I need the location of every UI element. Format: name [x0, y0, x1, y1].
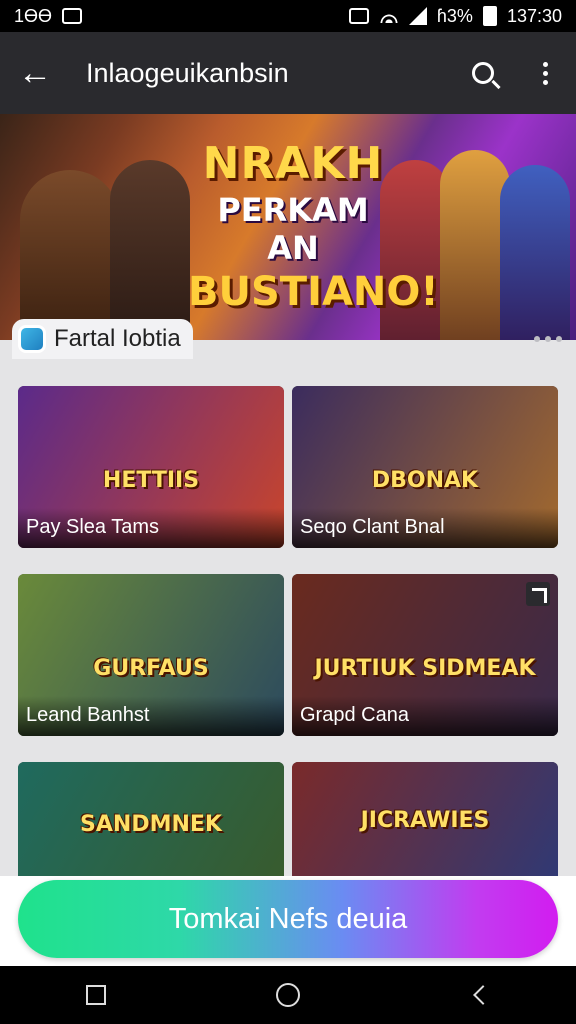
status-bar: 1ӨӨ ɦ3% 137:30 — [0, 0, 576, 32]
signal-icon — [408, 7, 427, 25]
game-card-logo: HETTIIS — [102, 468, 200, 493]
game-card-logo: JURTIUK SIDMEAK — [314, 656, 536, 681]
battery-percent: ɦ3% — [436, 5, 473, 26]
carousel-dots — [534, 336, 562, 342]
battery-icon — [482, 6, 497, 26]
arrow-left-icon: ← — [18, 53, 52, 92]
game-card-title: Pay Slea Tams — [18, 508, 284, 548]
triangle-back-icon — [473, 985, 493, 1005]
hero-title-line2: PERKAM AN — [217, 191, 369, 267]
primary-action-button[interactable]: Tomkai Nefs deuia — [18, 880, 558, 958]
game-card[interactable]: JURTIUK SIDMEAK Grapd Cana — [292, 574, 558, 736]
wifi-icon — [378, 9, 399, 23]
section-label: Fartal Iobtia — [54, 325, 181, 352]
hero-title-line3: BUSTIANO! — [188, 269, 439, 315]
notification-icon — [62, 8, 83, 24]
system-nav-bar — [0, 966, 576, 1024]
game-card-logo: JICRAWIES — [360, 808, 490, 833]
vibrate-icon — [348, 8, 369, 24]
system-back-button[interactable] — [440, 966, 520, 1024]
expand-icon[interactable] — [526, 582, 550, 606]
hero-title: NRAKH PERKAM AN BUSTIANO! — [188, 138, 439, 315]
game-card-title: Leand Banhst — [18, 696, 284, 736]
search-button[interactable] — [452, 32, 514, 114]
section-header: Fartal Iobtia — [0, 318, 576, 360]
app-logo-icon — [18, 325, 46, 353]
game-card[interactable]: DBONAK Seqo Clant Bnal — [292, 386, 558, 548]
game-card-logo: DBONAK — [371, 468, 479, 493]
section-chip[interactable]: Fartal Iobtia — [12, 319, 193, 359]
game-card-logo: SANDMNEK — [80, 812, 222, 837]
game-card-title: Seqo Clant Bnal — [292, 508, 558, 548]
game-card[interactable]: GURFAUS Leand Banhst — [18, 574, 284, 736]
home-button[interactable] — [248, 966, 328, 1024]
status-left-text: 1ӨӨ — [14, 5, 53, 26]
back-button[interactable]: ← — [0, 32, 70, 114]
game-grid: HETTIIS Pay Slea Tams DBONAK Seqo Clant … — [18, 386, 558, 924]
search-icon — [472, 62, 494, 84]
more-vert-icon — [542, 61, 548, 85]
game-card[interactable]: HETTIIS Pay Slea Tams — [18, 386, 284, 548]
app-bar: ← Inlaogeuikanbsin — [0, 32, 576, 114]
game-card-title: Grapd Cana — [292, 696, 558, 736]
more-options-button[interactable] — [514, 32, 576, 114]
app-title: Inlaogeuikanbsin — [86, 57, 289, 88]
circle-icon — [276, 983, 300, 1007]
hero-banner[interactable]: NRAKH PERKAM AN BUSTIANO! — [0, 114, 576, 340]
recents-button[interactable] — [56, 966, 136, 1024]
game-card-logo: GURFAUS — [93, 656, 209, 681]
status-time: 137:30 — [506, 5, 562, 26]
hero-title-line1: NRAKH — [202, 138, 384, 189]
square-icon — [86, 985, 106, 1005]
